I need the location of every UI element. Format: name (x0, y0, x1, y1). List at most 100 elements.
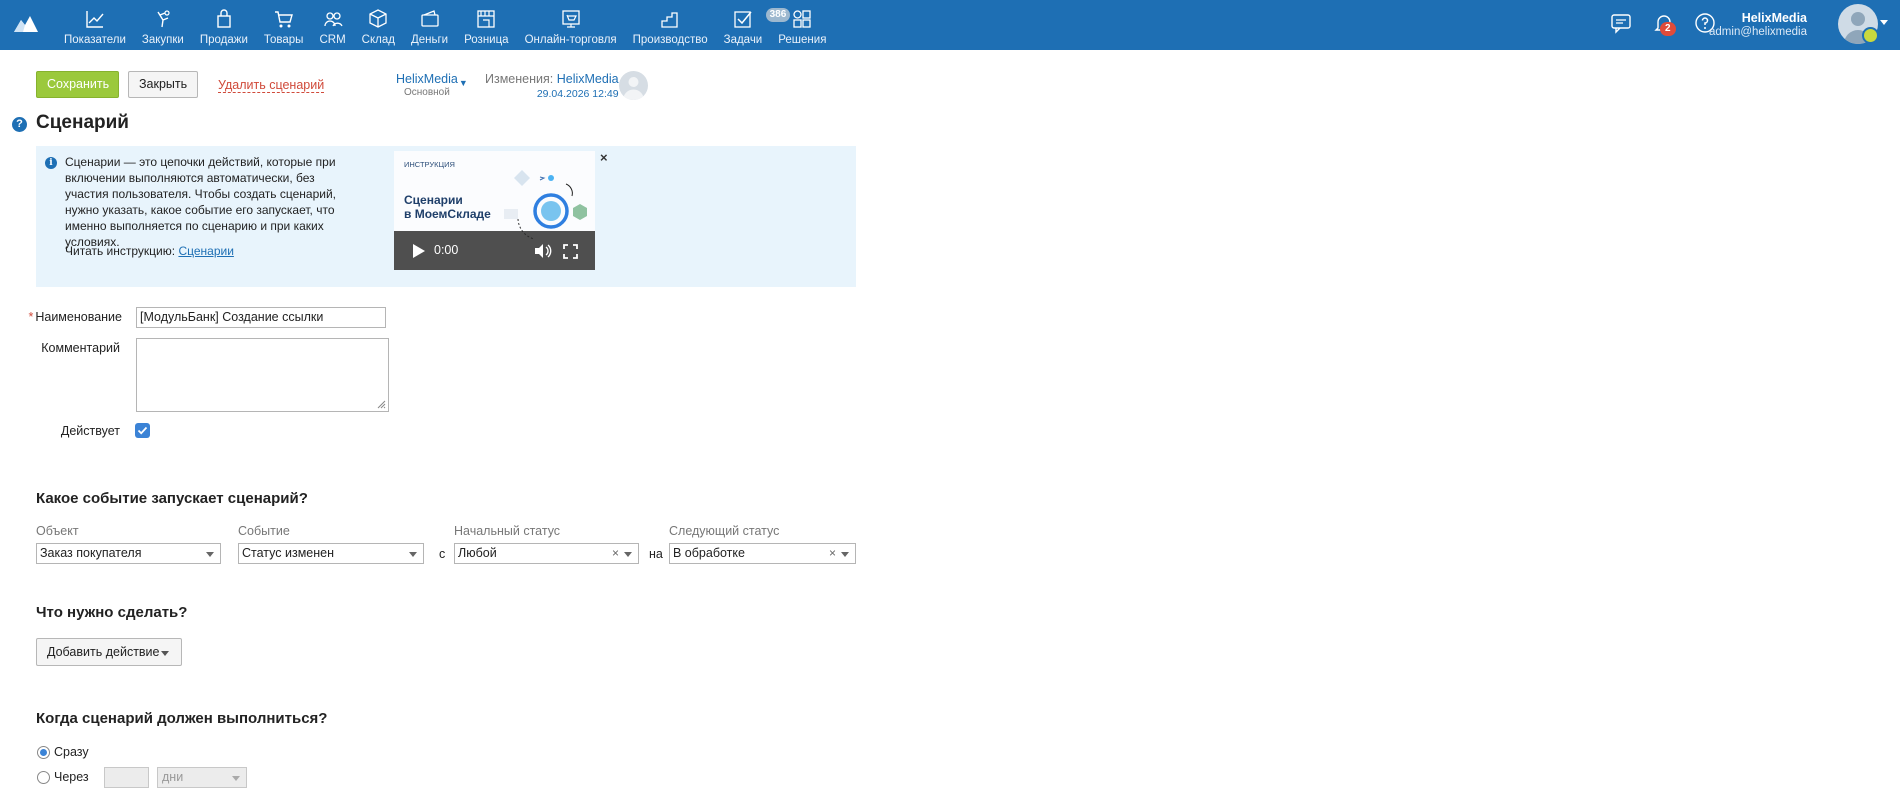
nav-item-solutions[interactable]: Решения (770, 0, 834, 50)
user-info[interactable]: HelixMedia admin@helixmedia (1709, 11, 1807, 38)
immediately-radio[interactable] (37, 746, 50, 759)
volume-icon[interactable] (534, 243, 552, 259)
play-icon[interactable] (412, 243, 426, 259)
store-icon (477, 10, 495, 28)
user-silhouette-icon (623, 77, 644, 100)
video-time: 0:00 (434, 243, 459, 257)
nav-item-online-trade[interactable]: Онлайн-торговля (517, 0, 625, 50)
comment-textarea[interactable] (136, 338, 389, 412)
delay-amount-input[interactable] (104, 767, 149, 788)
nav-label: Склад (361, 34, 395, 46)
chevron-down-icon[interactable] (1880, 20, 1888, 25)
event-label: Событие (238, 524, 290, 538)
next-status-value: В обработке (673, 546, 745, 560)
chevron-down-icon (624, 552, 632, 557)
info-banner: i Сценарии — это цепочки действий, котор… (36, 146, 856, 287)
delay-unit-select[interactable]: дни (157, 767, 247, 788)
nav-item-production[interactable]: Производство (625, 0, 716, 50)
online-store-icon (561, 10, 580, 28)
close-button[interactable]: Закрыть (128, 71, 198, 98)
box-icon (369, 9, 387, 28)
save-button[interactable]: Сохранить (36, 71, 119, 98)
nav-item-sales[interactable]: Продажи (192, 0, 256, 50)
factory-icon (661, 12, 678, 28)
cloud-logo-icon[interactable] (12, 12, 40, 34)
delay-unit-value: дни (162, 770, 184, 784)
close-icon[interactable]: × (600, 150, 608, 165)
video-title-line-1: Сценарии (404, 193, 463, 207)
immediately-label[interactable]: Сразу (54, 745, 89, 759)
object-select[interactable]: Заказ покупателя (36, 543, 221, 564)
initial-status-select[interactable]: Любой × (454, 543, 639, 564)
nav-label: Производство (632, 34, 708, 46)
read-label: Читать инструкцию: (65, 244, 176, 258)
active-checkbox[interactable] (135, 423, 150, 438)
comment-label: Комментарий (41, 341, 120, 355)
chevron-down-icon: ▼ (458, 78, 468, 88)
add-action-label: Добавить действие (47, 645, 160, 659)
delete-scenario-link[interactable]: Удалить сценарий (218, 79, 325, 93)
nav-item-dashboard[interactable]: Показатели (56, 0, 134, 50)
resize-handle-icon[interactable] (377, 400, 386, 409)
nav-item-crm[interactable]: CRM (311, 0, 353, 50)
tasks-check-icon (734, 11, 752, 28)
notifications-count-badge: 2 (1660, 22, 1676, 36)
name-label-text: Наименование (35, 310, 122, 324)
video-title: Сценарии в МоемСкладе (404, 193, 491, 221)
nav-item-retail[interactable]: Розница (456, 0, 516, 50)
instruction-video[interactable]: ИНСТРУКЦИЯ Сценарии в МоемСкладе 0:00 (394, 151, 595, 270)
after-radio[interactable] (37, 771, 50, 784)
checkmark-icon (137, 426, 148, 435)
chevron-down-icon (841, 552, 849, 557)
nav-item-warehouse[interactable]: Склад (354, 0, 403, 50)
nav-label: Задачи (723, 34, 763, 46)
changes-user-avatar (619, 71, 648, 100)
info-read-instruction: Читать инструкцию: Сценарии (65, 244, 234, 258)
org-name: HelixMedia (396, 72, 458, 86)
clear-icon[interactable]: × (829, 544, 836, 563)
info-icon: i (45, 157, 57, 169)
active-label: Действует (60, 424, 120, 438)
changes-user[interactable]: HelixMedia (557, 72, 619, 86)
changes-info: Изменения: HelixMedia 29.04.2026 12:49 (485, 72, 619, 100)
event-value: Статус изменен (242, 546, 335, 560)
nav-item-purchases[interactable]: Закупки (134, 0, 192, 50)
chevron-down-icon (161, 651, 169, 656)
object-value: Заказ покупателя (40, 546, 142, 560)
info-text: Сценарии — это цепочки действий, которые… (65, 155, 337, 249)
chart-line-icon (86, 11, 104, 28)
organization-selector[interactable]: HelixMedia Основной ▼ (396, 72, 468, 98)
nav-item-tasks[interactable]: 386 Задачи (716, 0, 791, 50)
actions-section-title: Что нужно сделать? (36, 604, 188, 621)
nav-label: Онлайн-торговля (524, 34, 617, 46)
account-status-icon (1862, 27, 1879, 44)
after-label[interactable]: Через (54, 770, 89, 784)
chat-icon[interactable] (1609, 11, 1633, 35)
name-label: * Наименование (12, 310, 122, 324)
clear-icon[interactable]: × (612, 544, 619, 563)
apps-grid-icon (793, 10, 811, 28)
nav-label: Розница (464, 34, 509, 46)
required-marker: * (28, 310, 34, 324)
nav-label: Закупки (141, 34, 184, 46)
help-question-icon[interactable]: ? (12, 117, 27, 132)
nav-item-products[interactable]: Товары (256, 0, 312, 50)
next-status-select[interactable]: В обработке × (669, 543, 856, 564)
add-action-button[interactable]: Добавить действие (36, 638, 182, 666)
connector-from: с (439, 547, 446, 561)
nav-label: Деньги (410, 34, 449, 46)
chevron-down-icon (206, 552, 214, 557)
page-title: Сценарий (36, 112, 129, 133)
nav-label: Показатели (64, 34, 126, 46)
chevron-down-icon (409, 552, 417, 557)
name-input[interactable]: [МодульБанк] Создание ссылки (136, 307, 386, 328)
org-subtitle: Основной (403, 87, 450, 98)
event-select[interactable]: Статус изменен (238, 543, 424, 564)
wallet-icon (420, 10, 439, 27)
nav-label: Продажи (199, 34, 248, 46)
fullscreen-icon[interactable] (563, 244, 578, 259)
nav-item-money[interactable]: Деньги (403, 0, 456, 50)
cart-icon (274, 11, 293, 28)
chevron-down-icon (232, 776, 240, 781)
scenarios-instruction-link[interactable]: Сценарии (178, 244, 233, 258)
